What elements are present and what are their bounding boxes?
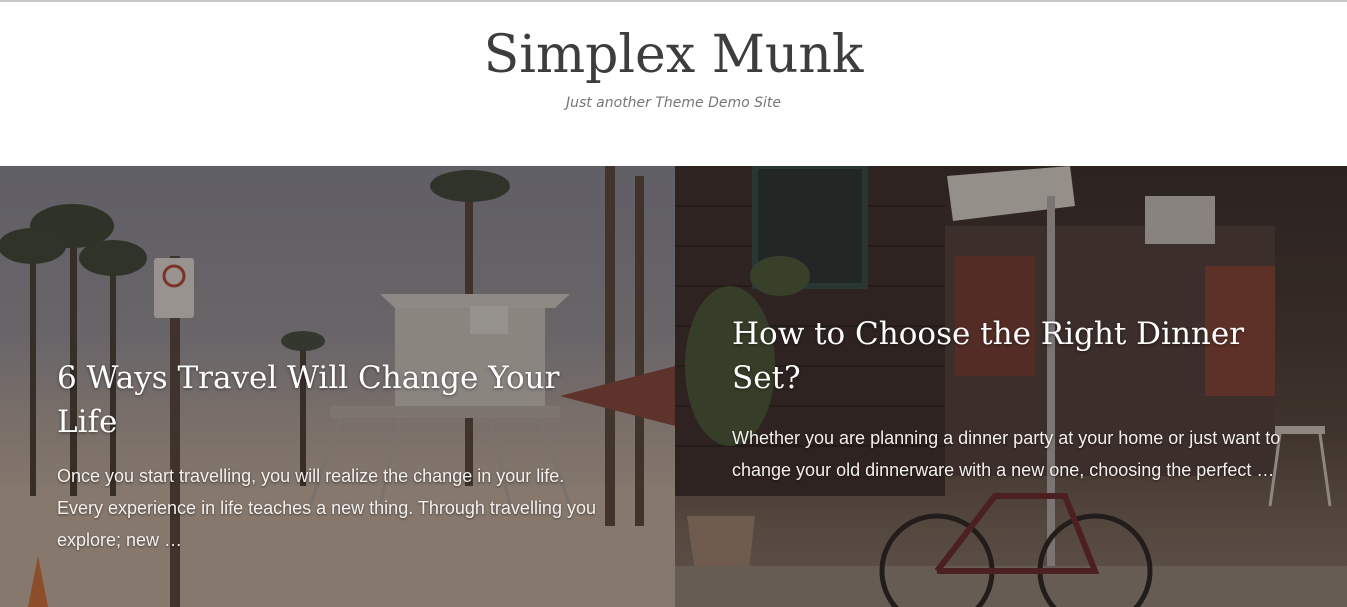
site-title[interactable]: Simplex Munk [0,22,1347,88]
featured-posts: 6 Ways Travel Will Change Your Life Once… [0,166,1347,607]
site-header: Simplex Munk Just another Theme Demo Sit… [0,2,1347,166]
post-title[interactable]: 6 Ways Travel Will Change Your Life [57,356,627,444]
post-excerpt: Whether you are planning a dinner party … [732,428,1281,480]
post-title[interactable]: How to Choose the Right Dinner Set? [732,312,1272,400]
post-content: How to Choose the Right Dinner Set? Whet… [732,312,1302,486]
post-card-travel[interactable]: 6 Ways Travel Will Change Your Life Once… [0,166,675,607]
post-excerpt: Once you start travelling, you will real… [57,466,596,550]
post-card-dinner-set[interactable]: How to Choose the Right Dinner Set? Whet… [675,166,1347,607]
post-content: 6 Ways Travel Will Change Your Life Once… [57,356,627,556]
site-tagline: Just another Theme Demo Site [565,95,782,111]
